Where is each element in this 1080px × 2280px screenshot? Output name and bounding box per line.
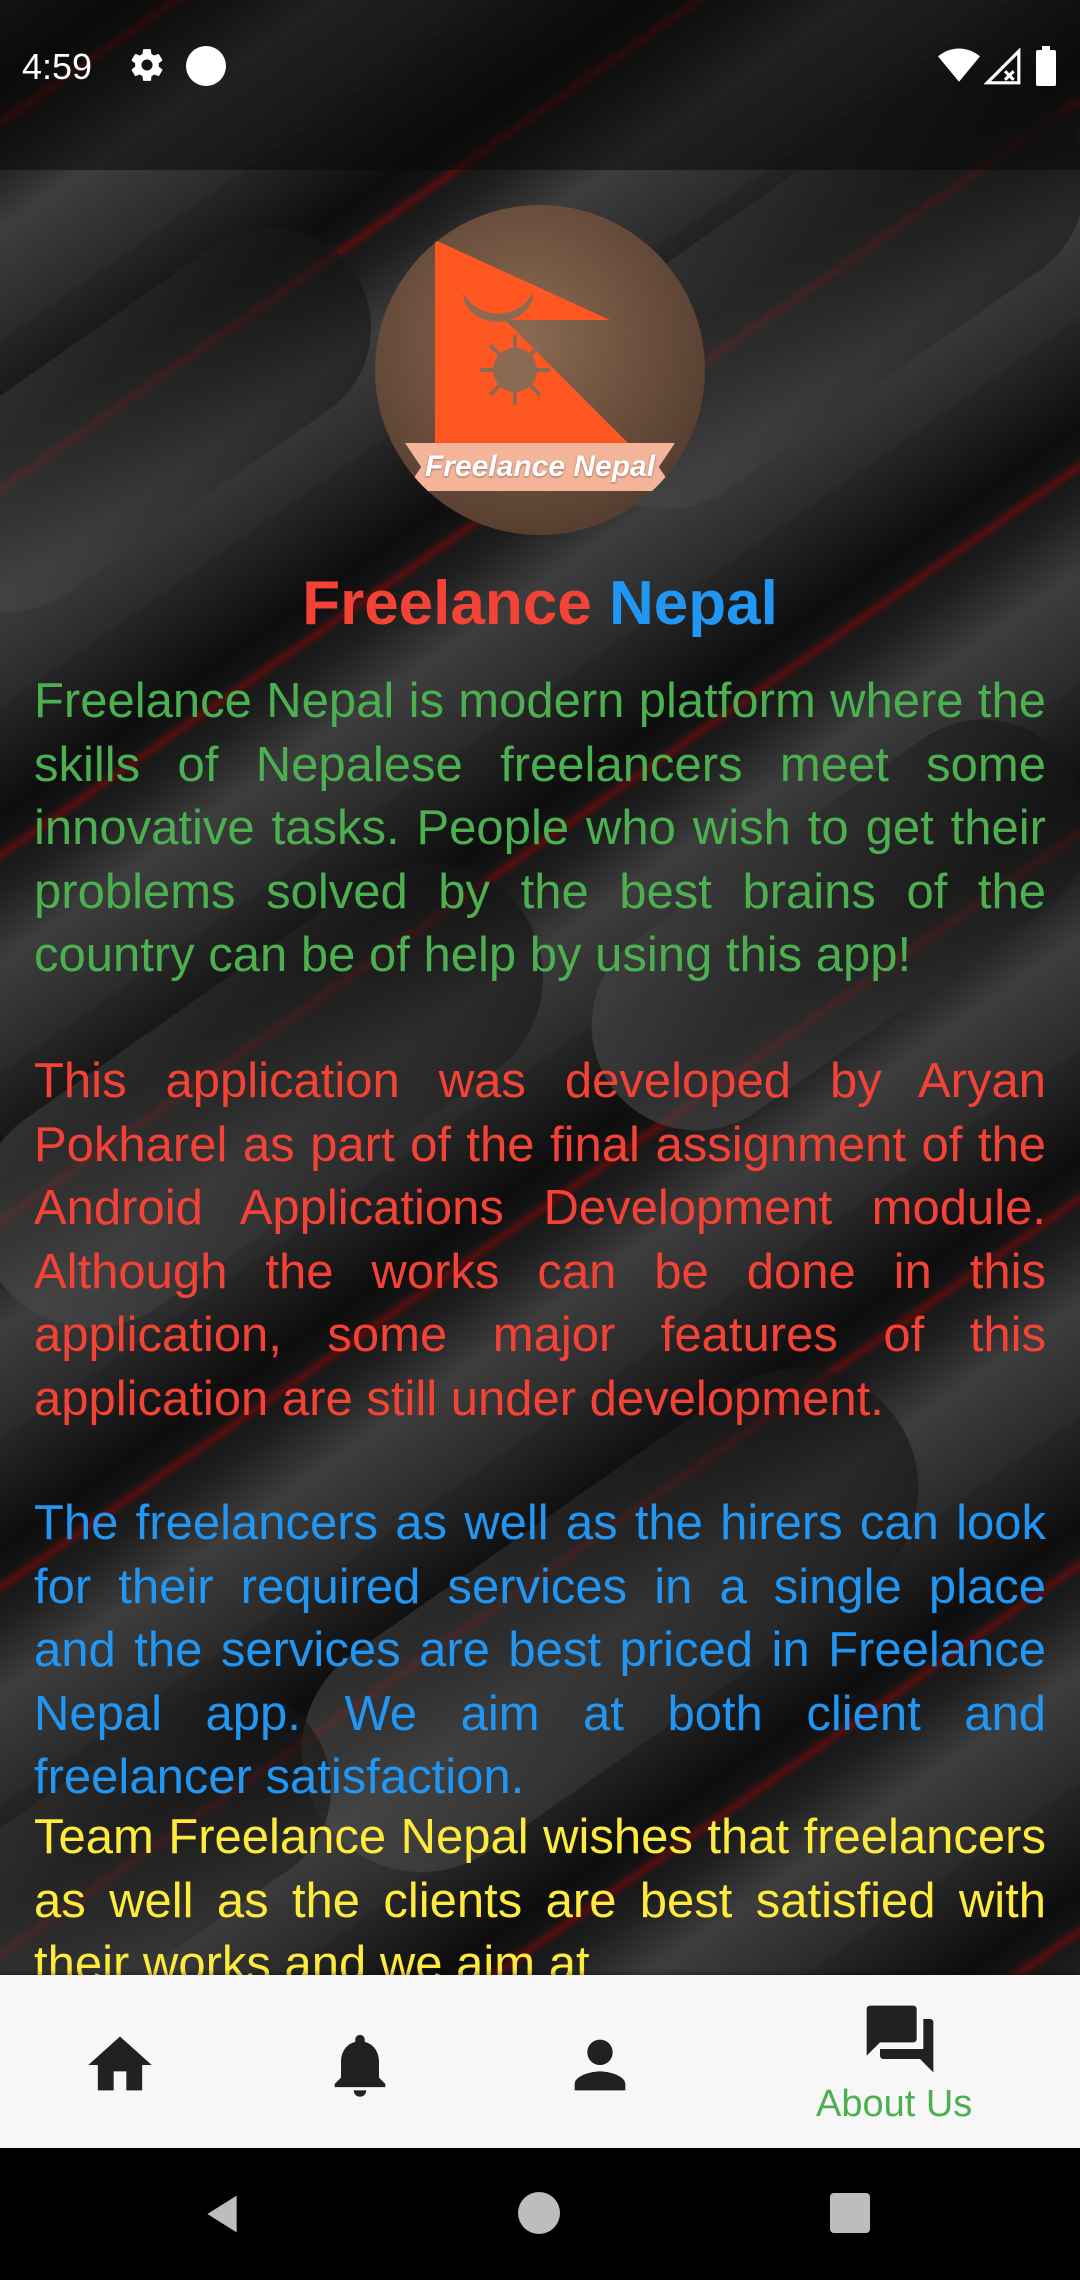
nav-about-us[interactable]: About Us bbox=[800, 1975, 1000, 2148]
logo-banner: Freelance Nepal bbox=[405, 443, 675, 491]
about-content[interactable]: Freelance Nepal Freelance Nepal Freelanc… bbox=[0, 170, 1080, 1975]
nav-about-us-label: About Us bbox=[816, 2083, 973, 2125]
status-bar: 4:59 bbox=[0, 0, 1080, 136]
paragraph-developer: This application was developed by Aryan … bbox=[34, 1054, 1046, 1426]
circle-icon bbox=[186, 46, 226, 86]
system-navigation-bar bbox=[0, 2148, 1080, 2280]
page-title: Freelance Nepal bbox=[0, 568, 1080, 639]
status-time: 4:59 bbox=[22, 46, 93, 87]
wifi-icon bbox=[938, 48, 980, 82]
forum-icon bbox=[866, 2005, 934, 2073]
paragraph-services: The freelancers as well as the hirers ca… bbox=[34, 1496, 1046, 1804]
home-circle-icon[interactable] bbox=[518, 2192, 560, 2234]
person-icon bbox=[574, 2039, 626, 2091]
gear-icon bbox=[131, 49, 163, 81]
bottom-navigation: About Us bbox=[0, 1975, 1080, 2148]
nepal-flag-logo: Freelance Nepal bbox=[375, 205, 705, 535]
nav-profile[interactable] bbox=[520, 1975, 680, 2148]
home-icon bbox=[88, 2036, 152, 2091]
bell-icon bbox=[334, 2034, 386, 2097]
nav-home[interactable] bbox=[40, 1975, 200, 2148]
paragraph-team: Team Freelance Nepal wishes that freelan… bbox=[34, 1810, 1046, 1975]
nav-notifications[interactable] bbox=[280, 1975, 440, 2148]
paragraph-intro: Freelance Nepal is modern platform where… bbox=[34, 674, 1046, 982]
battery-icon bbox=[1036, 46, 1056, 86]
recents-icon[interactable] bbox=[830, 2193, 870, 2233]
back-icon[interactable] bbox=[200, 2192, 244, 2236]
signal-icon bbox=[984, 48, 1021, 85]
title-part-freelance: Freelance bbox=[302, 569, 592, 638]
title-part-nepal: Nepal bbox=[608, 569, 778, 638]
